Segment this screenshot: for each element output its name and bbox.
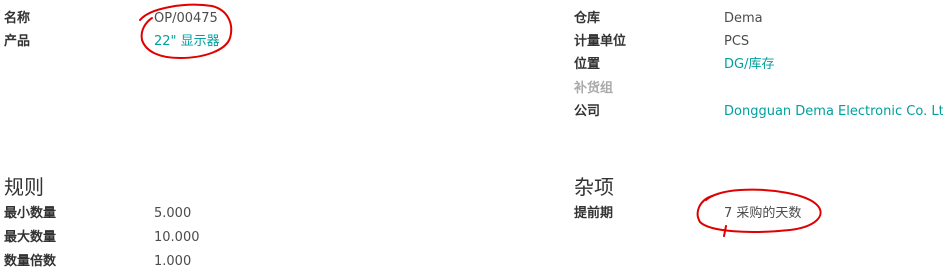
min-qty-label: 最小数量 (4, 206, 57, 221)
misc-section-title: 杂项 (574, 175, 614, 199)
warehouse-value: Dema (724, 11, 763, 26)
company-link[interactable]: Dongguan Dema Electronic Co. Ltd. (724, 104, 943, 120)
name-label: 名称 (4, 11, 31, 26)
company-label: 公司 (574, 104, 601, 119)
max-qty-label: 最大数量 (4, 230, 57, 245)
product-label: 产品 (4, 34, 31, 49)
multiple-qty-value: 1.000 (154, 254, 192, 269)
multiple-qty-label: 数量倍数 (4, 254, 57, 269)
procurement-group-label: 补货组 (574, 81, 614, 96)
location-link[interactable]: DG/库存 (724, 57, 774, 73)
annotation-overlay (139, 3, 822, 237)
max-qty-value: 10.000 (154, 230, 200, 245)
product-link[interactable]: 22" 显示器 (154, 34, 220, 50)
lead-time-label: 提前期 (574, 206, 614, 221)
lead-time-value: 7 采购的天数 (724, 206, 802, 221)
warehouse-label: 仓库 (574, 11, 601, 26)
location-label: 位置 (574, 57, 601, 72)
uom-value: PCS (724, 34, 750, 49)
rules-section-title: 规则 (4, 175, 44, 199)
uom-label: 计量单位 (574, 34, 627, 49)
name-value: OP/00475 (154, 11, 218, 26)
min-qty-value: 5.000 (154, 206, 192, 221)
